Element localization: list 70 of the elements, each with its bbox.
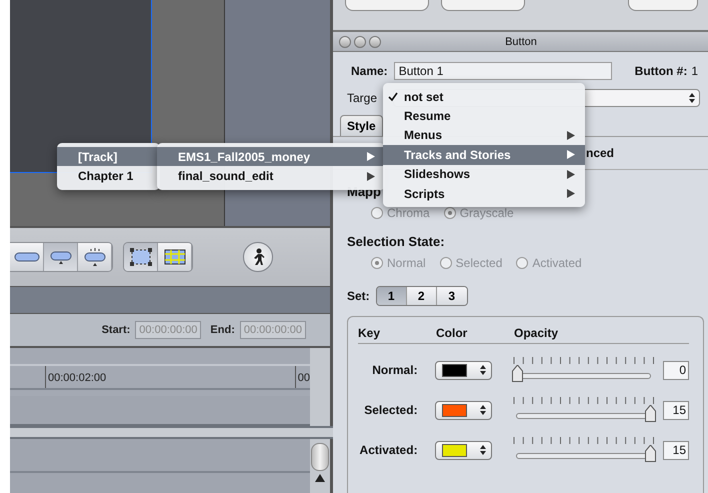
target-label: Targe: [347, 91, 378, 105]
radio-label: Activated: [532, 256, 582, 270]
grid-icon: [164, 249, 186, 265]
advanced-label: nced: [586, 146, 614, 160]
start-label: Start:: [102, 324, 130, 336]
pill-button-icon: [48, 249, 74, 265]
menu-item[interactable]: [Track]: [57, 147, 160, 166]
button-number-label: Button #:: [634, 64, 688, 78]
menu-item[interactable]: not set: [383, 87, 585, 106]
set-button[interactable]: 2: [406, 287, 437, 305]
selection-box-icon: [130, 248, 152, 266]
scroll-up-icon[interactable]: [315, 474, 325, 482]
radio-label: Grayscale: [460, 206, 514, 220]
menu-item[interactable]: EMS1_Fall2005_money: [157, 147, 385, 166]
updown-arrow-icon: [480, 445, 486, 455]
menu-item[interactable]: Resume: [383, 106, 585, 126]
menu-item[interactable]: Menus: [383, 126, 585, 146]
slider-thumb[interactable]: [645, 405, 656, 423]
menu-item[interactable]: Tracks and Stories: [383, 145, 585, 165]
figure-button[interactable]: [243, 242, 273, 272]
menu-item[interactable]: Slideshows: [383, 164, 585, 184]
slider-thumb[interactable]: [512, 365, 524, 383]
opacity-field[interactable]: 15: [663, 440, 689, 460]
toolbar-button[interactable]: [78, 243, 112, 271]
set-button[interactable]: 3: [436, 287, 467, 305]
key-label: Normal:: [371, 363, 418, 377]
end-label: End:: [210, 324, 235, 336]
scrollbar[interactable]: [310, 439, 330, 493]
opacity-field[interactable]: 15: [663, 400, 689, 420]
selection-state-label: Selection State:: [347, 234, 445, 249]
menu-item[interactable]: Scripts: [383, 184, 585, 204]
timecode-label: 00:00:02:00: [45, 366, 106, 388]
glowing-pill-icon: [82, 247, 108, 267]
toolbar-button[interactable]: [10, 243, 44, 271]
column-header: Color: [436, 326, 468, 340]
set-label: Set:: [347, 289, 370, 303]
set-button[interactable]: 1: [376, 287, 407, 305]
window-control-icon[interactable]: [369, 36, 381, 48]
menu-item[interactable]: final_sound_edit: [157, 166, 385, 186]
name-label: Name:: [351, 64, 388, 78]
panel-button[interactable]: [441, 0, 525, 11]
slider-thumb[interactable]: [645, 445, 656, 463]
toolbar-button[interactable]: [44, 243, 78, 271]
button-number: 1: [691, 64, 698, 78]
updown-arrow-icon: [689, 93, 695, 103]
toolbar-button[interactable]: [124, 243, 158, 271]
name-field[interactable]: Button 1: [394, 62, 612, 80]
color-popup[interactable]: [434, 400, 492, 420]
scrollbar-thumb[interactable]: [311, 443, 329, 471]
color-popup[interactable]: [434, 360, 492, 380]
toolbar-button[interactable]: [158, 243, 192, 271]
radio-label: Normal: [387, 256, 426, 270]
window-control-icon[interactable]: [339, 36, 351, 48]
radio-label: Selected: [456, 256, 502, 270]
radio-label: Chroma: [387, 206, 430, 220]
key-label: Activated:: [358, 443, 418, 457]
updown-arrow-icon: [480, 405, 486, 415]
updown-arrow-icon: [480, 365, 486, 375]
window-control-icon[interactable]: [354, 36, 366, 48]
opacity-field[interactable]: 0: [663, 360, 689, 380]
key-label: Selected:: [363, 403, 418, 417]
menu-item[interactable]: Chapter 1: [57, 166, 160, 186]
tab[interactable]: Style: [340, 115, 383, 136]
panel-button[interactable]: [345, 0, 429, 11]
color-popup[interactable]: [434, 440, 492, 460]
mapping-label: Mapp: [347, 184, 381, 199]
column-header: Key: [358, 326, 382, 340]
column-header: Opacity: [514, 326, 558, 340]
window-title: Button: [504, 36, 538, 48]
panel-button[interactable]: [628, 0, 698, 11]
